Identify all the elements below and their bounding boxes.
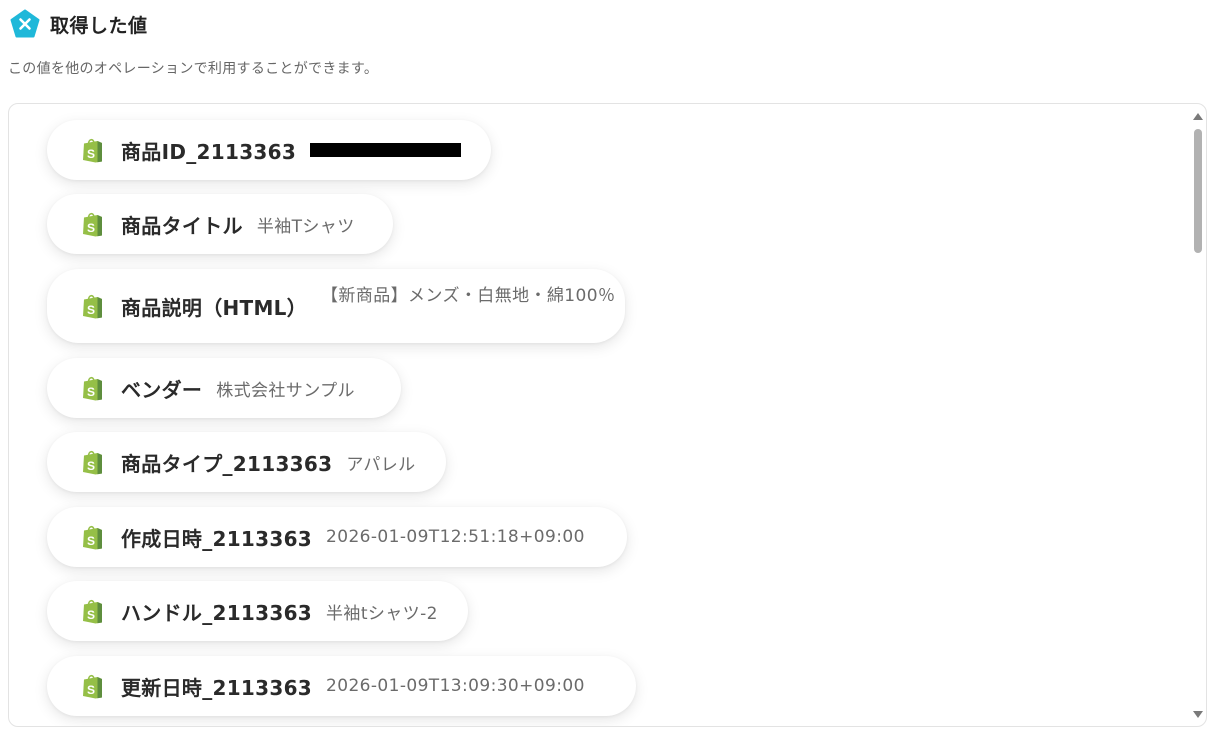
value-chip-product-type[interactable]: S 商品タイプ_2113363 アパレル [47,432,446,492]
shopify-bag-icon: S [83,674,102,699]
svg-text:S: S [87,303,95,317]
header: 取得した値 [10,8,148,40]
field-value: アパレル [346,454,416,475]
svg-text:S: S [87,147,95,161]
value-chip-created-at[interactable]: S 作成日時_2113363 2026-01-09T12:51:18+09:00 [47,507,627,567]
field-label: ベンダー [121,377,203,402]
field-label: 商品タイプ_2113363 [121,451,333,476]
value-chip-product-description[interactable]: S 商品説明（HTML） 【新商品】メンズ・白無地・綿100％ [47,269,625,343]
field-value: 【新商品】メンズ・白無地・綿100％ [321,286,616,306]
vertical-scrollbar[interactable] [1190,104,1206,726]
svg-text:S: S [87,683,95,697]
shopify-bag-icon: S [83,450,102,475]
shopify-bag-icon: S [83,599,102,624]
field-label: 商品説明（HTML） [121,295,308,320]
field-value: 半袖Tシャツ [256,216,355,237]
field-label: 商品ID_2113363 [121,139,297,164]
shopify-bag-icon: S [83,376,102,401]
field-value: 2026-01-09T12:51:18+09:00 [326,527,585,547]
scroll-down-arrow-icon[interactable] [1193,711,1203,718]
svg-text:S: S [87,534,95,548]
scrollbar-thumb[interactable] [1194,129,1202,253]
page-title: 取得した値 [50,14,148,37]
field-value: 2026-01-09T13:09:30+09:00 [326,676,585,696]
field-value: 株式会社サンプル [216,380,355,401]
value-chip-vendor[interactable]: S ベンダー 株式会社サンプル [47,358,401,418]
scroll-up-arrow-icon[interactable] [1193,113,1203,120]
field-value: 半袖tシャツ-2 [326,603,438,624]
field-label: 商品タイトル [121,213,243,238]
value-chip-updated-at[interactable]: S 更新日時_2113363 2026-01-09T13:09:30+09:00 [47,656,636,716]
value-chip-product-title[interactable]: S 商品タイトル 半袖Tシャツ [47,194,393,254]
field-label: ハンドル_2113363 [121,600,313,625]
redacted-value [310,143,461,157]
shopify-bag-icon: S [83,525,102,550]
svg-text:S: S [87,608,95,622]
x-pentagon-logo-icon [10,9,40,38]
svg-text:S: S [87,221,95,235]
svg-text:S: S [87,459,95,473]
value-chip-product-id[interactable]: S 商品ID_2113363 [47,120,491,180]
field-label: 作成日時_2113363 [121,526,313,551]
value-chip-handle[interactable]: S ハンドル_2113363 半袖tシャツ-2 [47,581,468,641]
values-panel: S 商品ID_2113363 S 商品タイトル 半袖Tシャツ S 商品説明（HT… [8,103,1207,727]
field-label: 更新日時_2113363 [121,675,313,700]
shopify-bag-icon: S [83,212,102,237]
svg-text:S: S [87,385,95,399]
shopify-bag-icon: S [83,138,102,163]
shopify-bag-icon: S [83,294,102,319]
page-description: この値を他のオペレーションで利用することができます。 [8,61,379,77]
